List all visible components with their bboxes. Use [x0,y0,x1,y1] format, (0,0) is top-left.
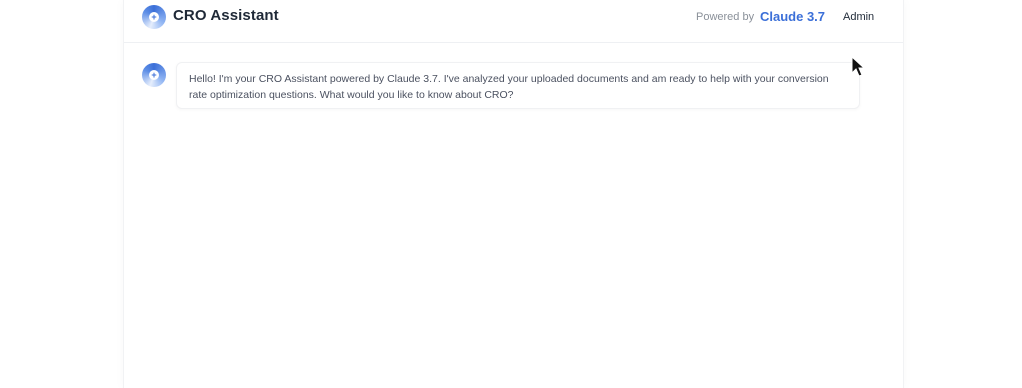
mouse-cursor-icon [851,56,865,77]
logo-icon: + [142,5,166,29]
assistant-avatar-icon: + [142,63,166,87]
message-text: Hello! I'm your CRO Assistant powered by… [176,62,860,109]
assistant-message: + Hello! I'm your CRO Assistant powered … [142,61,887,111]
app-panel: + CRO Assistant Powered by Claude 3.7 Ad… [123,0,904,388]
logo-center-icon: + [149,12,159,22]
page: + CRO Assistant Powered by Claude 3.7 Ad… [0,0,1022,388]
powered-by-label: Powered by [696,11,755,23]
admin-link[interactable]: Admin [843,11,874,23]
avatar-center-icon: + [149,70,159,80]
app-title: CRO Assistant [173,7,279,24]
model-name: Claude 3.7 [760,9,826,24]
app-header: + CRO Assistant Powered by Claude 3.7 Ad… [124,0,903,43]
